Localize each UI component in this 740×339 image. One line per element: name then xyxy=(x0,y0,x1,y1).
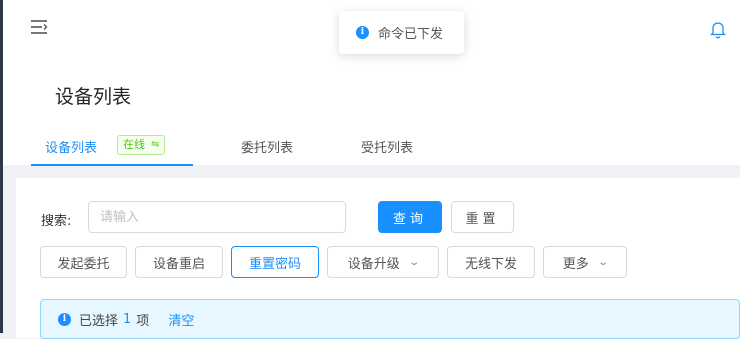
tab-entrusted-list[interactable]: 受托列表 xyxy=(361,137,413,156)
more-dropdown[interactable]: 更多 ⌄ xyxy=(543,246,627,278)
page-header: 设备列表 设备列表 在线 ⇋ 委托列表 受托列表 xyxy=(3,60,740,166)
chevron-down-icon: ⌄ xyxy=(597,256,609,268)
chevron-down-icon: ⌄ xyxy=(408,256,420,268)
search-label: 搜索: xyxy=(41,214,72,229)
selection-alert: i 已选择 1 项 清空 xyxy=(40,299,740,339)
status-badge-label: 在线 xyxy=(123,138,145,151)
toast-notification: i 命令已下发 xyxy=(339,11,464,54)
tab-device-list[interactable]: 设备列表 xyxy=(45,137,97,156)
status-badge[interactable]: 在线 ⇋ xyxy=(117,135,166,155)
more-label: 更多 xyxy=(562,256,589,272)
selection-prefix: 已选择 xyxy=(79,313,119,329)
reset-button[interactable]: 重置 xyxy=(451,201,514,233)
toast-message: 命令已下发 xyxy=(378,27,444,42)
delegate-button[interactable]: 发起委托 xyxy=(40,246,127,278)
selection-count: 1 xyxy=(123,311,132,327)
bell-icon[interactable] xyxy=(709,21,727,39)
menu-fold-icon[interactable] xyxy=(30,19,48,35)
device-upgrade-dropdown[interactable]: 设备升级 ⌄ xyxy=(327,246,439,278)
active-tab-indicator xyxy=(31,164,193,166)
device-restart-button[interactable]: 设备重启 xyxy=(135,246,223,278)
search-input[interactable] xyxy=(88,201,346,233)
wireless-dispatch-button[interactable]: 无线下发 xyxy=(447,246,535,278)
selection-suffix: 项 xyxy=(136,313,150,329)
device-upgrade-label: 设备升级 xyxy=(347,256,400,272)
query-button[interactable]: 查询 xyxy=(378,201,442,233)
swap-icon: ⇋ xyxy=(151,139,160,150)
info-icon: i xyxy=(356,26,369,39)
page-title: 设备列表 xyxy=(55,86,132,108)
info-icon: i xyxy=(58,312,71,326)
clear-selection-link[interactable]: 清空 xyxy=(168,310,194,329)
main-content: 搜索: 查询 重置 发起委托 设备重启 重置密码 设备升级 ⌄ 无线下发 更多 … xyxy=(16,178,740,339)
reset-password-button[interactable]: 重置密码 xyxy=(231,246,319,278)
tab-delegation-list[interactable]: 委托列表 xyxy=(241,137,293,156)
